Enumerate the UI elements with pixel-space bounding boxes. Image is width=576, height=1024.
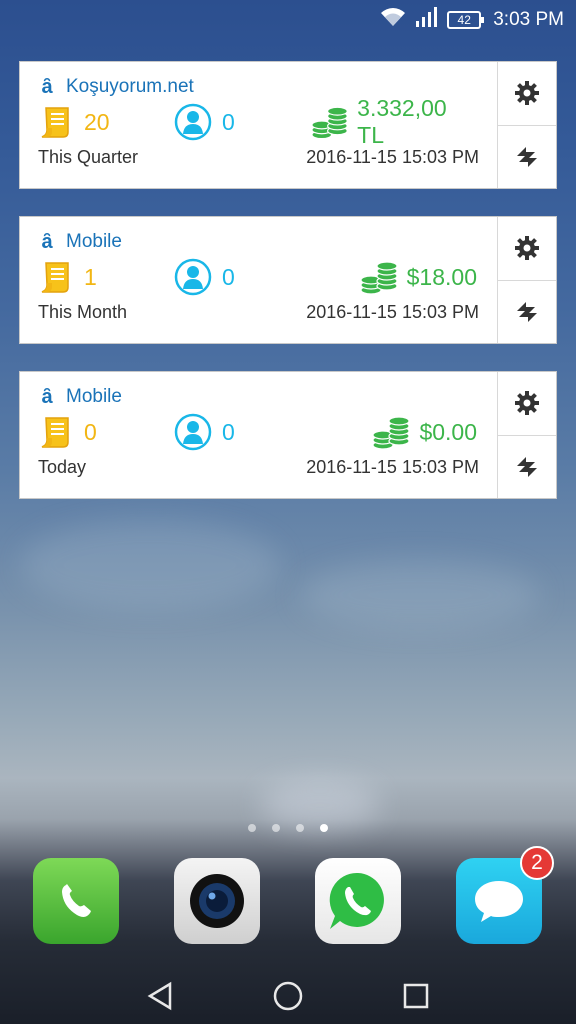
gear-icon [515,236,539,261]
orders-stat: 0 [38,414,174,450]
amount-total: 3.332,00 TL [357,95,447,148]
page-dot[interactable] [272,824,280,832]
settings-button[interactable] [498,62,556,125]
wifi-icon [379,7,407,33]
amount-total: $0.00 [419,418,477,445]
widget-title: Koşuyorum.net [66,76,194,97]
store-logo-icon: ȃ [41,75,53,98]
users-count: 0 [222,263,235,290]
recents-button[interactable] [398,978,434,1014]
store-logo-icon: ȃ [41,385,53,408]
chat-bubble-icon [475,881,523,922]
home-button[interactable] [270,978,306,1014]
sky-cloud [300,560,540,630]
navigation-bar [0,968,576,1024]
settings-button[interactable] [498,217,556,280]
store-widget[interactable]: ȃ Koşuyorum.net 20 0 3.332,00 TL This Qu… [19,61,557,189]
period-label: Today [38,457,87,477]
receipt-icon [41,262,69,293]
camera-lens-icon [190,874,244,928]
settings-button[interactable] [498,372,556,435]
updated-timestamp: 2016-11-15 15:03 PM [306,147,479,167]
users-stat: 0 [174,258,310,296]
user-icon [174,413,212,451]
amount-stat: $0.00 [310,413,479,451]
orders-count: 1 [84,263,97,290]
coins-icon [360,261,398,295]
updated-timestamp: 2016-11-15 15:03 PM [306,302,479,322]
orders-stat: 1 [38,259,174,295]
back-triangle-icon [147,981,172,1011]
sky-cloud [20,520,280,610]
widget-title: Mobile [66,386,122,407]
phone-app[interactable] [33,858,119,944]
store-logo-icon: ȃ [41,230,53,253]
refresh-button[interactable] [498,124,556,189]
home-circle-icon [273,981,303,1011]
sky-cloud [260,780,380,830]
users-stat: 0 [174,413,310,451]
users-stat: 0 [174,103,310,141]
back-button[interactable] [142,978,178,1014]
page-dot-active[interactable] [320,824,328,832]
camera-app[interactable] [174,858,260,944]
whatsapp-app[interactable] [315,858,401,944]
app-dock: 2 [0,846,576,946]
users-count: 0 [222,108,235,135]
amount-stat: 3.332,00 TL [310,95,479,149]
refresh-icon [517,146,537,167]
refresh-button[interactable] [498,279,556,344]
status-bar: 42 3:03 PM [0,0,576,40]
coins-icon [311,106,348,140]
gear-icon [515,391,539,416]
period-label: This Quarter [38,147,139,167]
refresh-icon [517,301,537,322]
page-dot[interactable] [296,824,304,832]
page-indicator[interactable] [0,824,576,832]
gear-icon [515,81,539,106]
battery-indicator: 42 [447,11,485,29]
amount-stat: $18.00 [310,258,479,296]
orders-count: 20 [84,108,110,135]
widget-title: Mobile [66,231,122,252]
receipt-icon [41,107,69,138]
orders-count: 0 [84,418,97,445]
refresh-icon [517,456,537,477]
status-time: 3:03 PM [493,9,564,30]
store-widget[interactable]: ȃ Mobile 1 0 $18.00 This Month 2016-11-1… [19,216,557,344]
refresh-button[interactable] [498,434,556,499]
signal-icon [415,7,439,33]
store-widget[interactable]: ȃ Mobile 0 0 $0.00 Today 2016-11-15 15:0… [19,371,557,499]
receipt-icon [41,417,69,448]
coins-icon [372,416,411,450]
page-dot[interactable] [248,824,256,832]
period-label: This Month [38,302,128,322]
updated-timestamp: 2016-11-15 15:03 PM [306,457,479,477]
recents-square-icon [403,983,429,1009]
messages-app[interactable]: 2 [456,846,554,944]
user-icon [174,103,212,141]
users-count: 0 [222,418,235,445]
orders-stat: 20 [38,104,174,140]
whatsapp-icon [329,872,384,929]
phone-icon [62,884,91,917]
notification-badge: 2 [520,846,554,880]
amount-total: $18.00 [406,263,477,290]
user-icon [174,258,212,296]
